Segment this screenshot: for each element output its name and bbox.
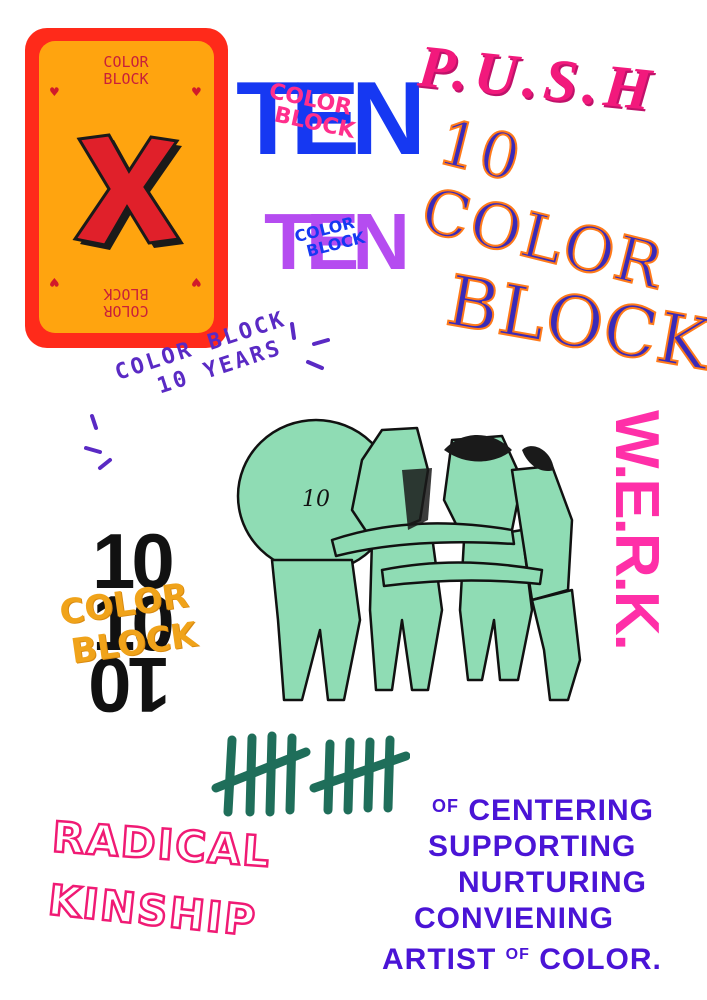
card-inner: ♥ ♥ COLOR BLOCK X ♥ ♥ COLOR BLOCK xyxy=(39,41,214,333)
card-top-line1: COLOR xyxy=(103,53,149,71)
card-bottom-label: COLOR BLOCK xyxy=(74,285,178,320)
card-bottom-line1: COLOR xyxy=(103,302,149,320)
radical-kinship-graffiti: RADICAL KINSHIP xyxy=(45,811,308,982)
credo-small-of: OF xyxy=(432,796,459,816)
heart-icon: ♥ xyxy=(49,275,60,289)
ten-color-block-line2: BLOCK xyxy=(440,259,707,388)
credo-centering: CENTERING xyxy=(468,794,655,827)
credo-color: COLOR. xyxy=(539,943,662,976)
credo-convening: CONVIENING xyxy=(414,902,615,935)
credo-artist: ARTIST xyxy=(382,943,497,976)
card-top-line2: BLOCK xyxy=(103,70,149,88)
ten-small-logo: TEN COLOR BLOCK xyxy=(264,202,410,282)
heart-icon: ♥ xyxy=(49,85,60,99)
card-bottom-line2: BLOCK xyxy=(103,285,149,303)
ten-color-block-graffiti: 10 COLOR BLOCK xyxy=(413,104,707,400)
color-block-card: ♥ ♥ COLOR BLOCK X ♥ ♥ COLOR BLOCK xyxy=(25,28,228,348)
illustration-number: 10 xyxy=(302,487,330,512)
ten-big-logo: TEN COLOR BLOCK xyxy=(236,67,426,171)
credo-line5: ARTIST OF COLOR. xyxy=(382,937,692,978)
credo-text: OF CENTERING SUPPORTING NURTURING CONVIE… xyxy=(382,788,692,988)
tally-marks-icon xyxy=(211,731,410,817)
heart-icon: ♥ xyxy=(191,275,202,289)
credo-supporting: SUPPORTING xyxy=(428,830,637,863)
credo-line1: OF CENTERING xyxy=(432,788,692,829)
stacked-ten-logo: 10 10 10 COLOR BLOCK xyxy=(57,522,212,729)
werk-text: W.E.R.K. xyxy=(602,410,671,649)
radical-line1: RADICAL xyxy=(49,811,274,878)
hugging-figures-illustration: 10 xyxy=(236,418,582,702)
credo-small-of-2: OF xyxy=(505,946,530,963)
x-mark-icon: X xyxy=(72,133,184,250)
card-top-label: COLOR BLOCK xyxy=(74,54,178,88)
radical-line2: KINSHIP xyxy=(45,874,261,947)
stacked-ten-script: COLOR BLOCK xyxy=(57,575,199,673)
credo-nurturing: NURTURING xyxy=(458,866,647,899)
heart-icon: ♥ xyxy=(191,85,202,99)
